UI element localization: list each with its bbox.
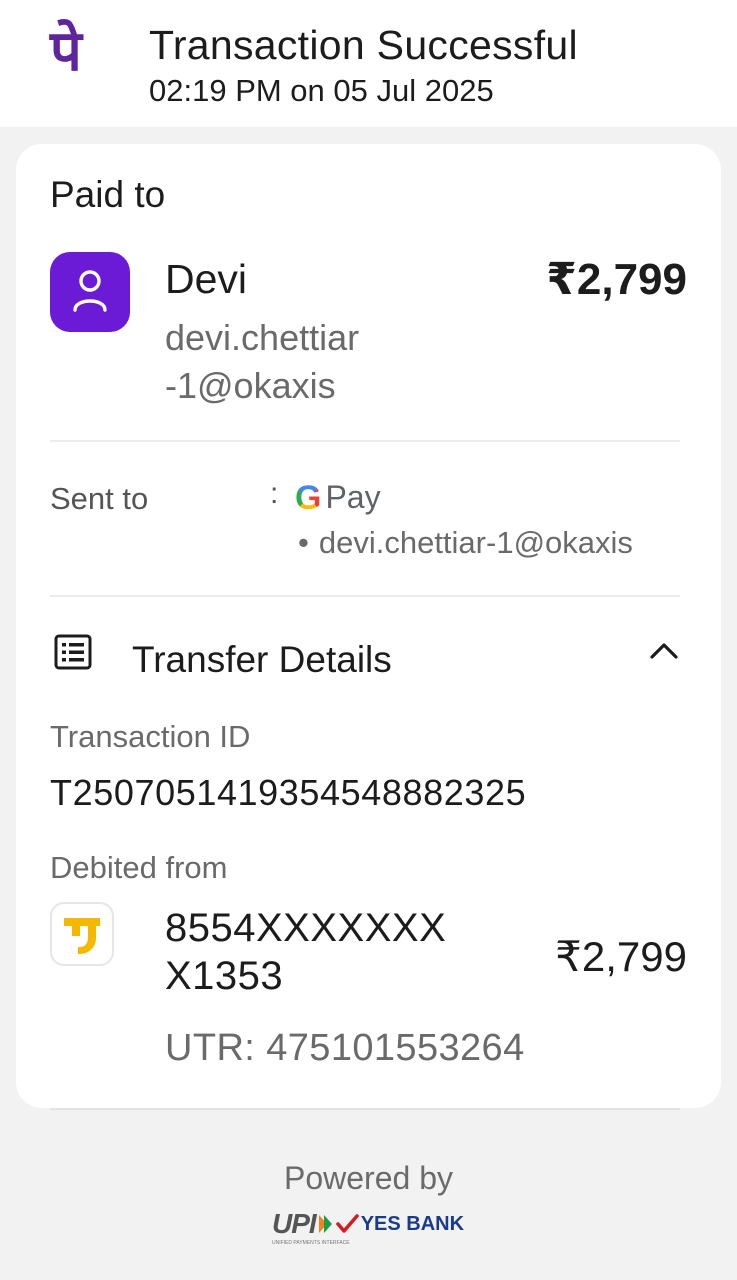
utr-number[interactable]: UTR: 475101553264 [165,1027,525,1070]
yes-bank-tick-icon [335,1214,359,1233]
payee-vpa: devi.chettiar -1@okaxis [165,317,360,406]
footer-divider [50,1108,680,1110]
user-icon [73,270,107,312]
sent-to-separator: : [270,477,279,510]
yes-bank-text: YES BANK [360,1212,465,1235]
upi-logo: UPI UNIFIED PAYMENTS INTERFACE [272,1208,350,1246]
debited-from-label: Debited from [50,850,228,885]
bank-logo-icon [50,902,114,966]
divider [50,595,680,597]
transaction-id-label: Transaction ID [50,719,251,754]
payee-name: Devi [165,256,248,302]
page-title: Transaction Successful [149,22,578,68]
upi-arrow-icon [318,1215,332,1233]
divider [50,440,680,442]
receipt-list-icon [54,634,92,675]
transfer-details-title[interactable]: Transfer Details [132,639,392,681]
powered-by-label: Powered by [284,1160,453,1196]
sent-to-label: Sent to [50,481,149,516]
sent-to-vpa-text: devi.chettiar-1@okaxis [318,525,633,560]
payee-avatar [50,252,130,332]
debit-account-number: 8554XXXXXXX X1353 [165,906,447,998]
paid-to-label: Paid to [50,174,166,215]
sent-to-vpa: • devi.chettiar-1@okaxis [298,525,633,561]
google-g-icon: G [295,478,322,517]
upi-logo-text: UPI [272,1208,317,1239]
upi-logo-subtext: UNIFIED PAYMENTS INTERFACE [272,1240,350,1246]
chevron-up-icon[interactable] [646,636,682,671]
upi-yesbank-logo: UPI UNIFIED PAYMENTS INTERFACE YES BANK [272,1208,465,1246]
transaction-id[interactable]: T2507051419354548882325 [50,772,526,814]
bullet: • [298,525,309,560]
header-bar: पे Transaction Successful 02:19 PM on 05… [0,0,737,127]
debit-amount: ₹2,799 [555,933,687,980]
transaction-datetime: 02:19 PM on 05 Jul 2025 [149,73,494,108]
gpay-logo: G Pay [295,479,381,516]
gpay-pay-text: Pay [325,479,381,515]
paid-amount: ₹2,799 [546,255,687,304]
transaction-card: Paid to Devi devi.chettiar -1@okaxis ₹2,… [16,144,721,1108]
phonepe-logo-icon: पे [50,19,82,84]
